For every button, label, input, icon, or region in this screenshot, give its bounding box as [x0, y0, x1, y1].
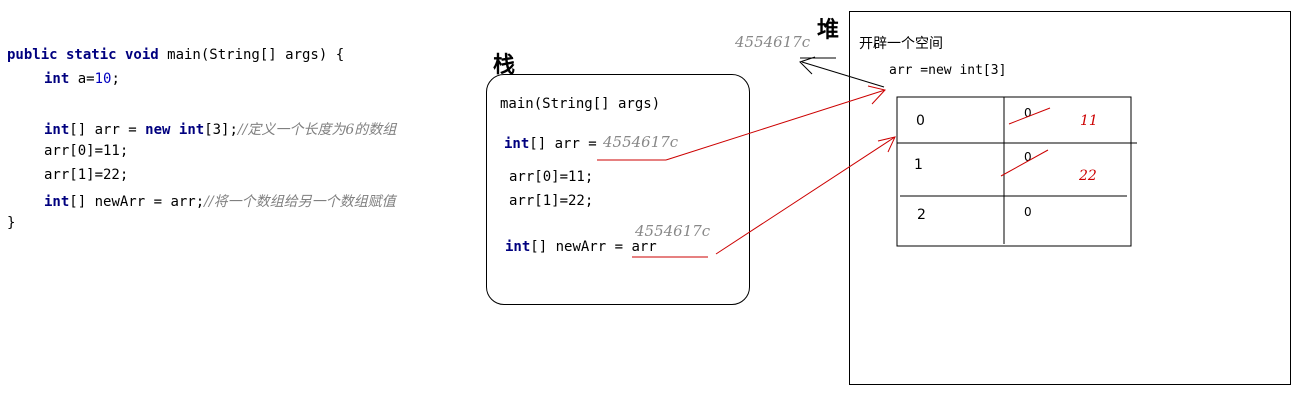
- strike-old-value-1: [1000, 149, 1049, 177]
- arrow-newarr-to-heap: [715, 136, 896, 255]
- arrow-heap-to-address: [801, 61, 885, 88]
- heap-array-table: [896, 96, 1132, 247]
- diagram-lines: [597, 56, 1137, 258]
- strike-old-value-0: [1008, 107, 1051, 125]
- arrow-arr-to-heap: [665, 89, 886, 161]
